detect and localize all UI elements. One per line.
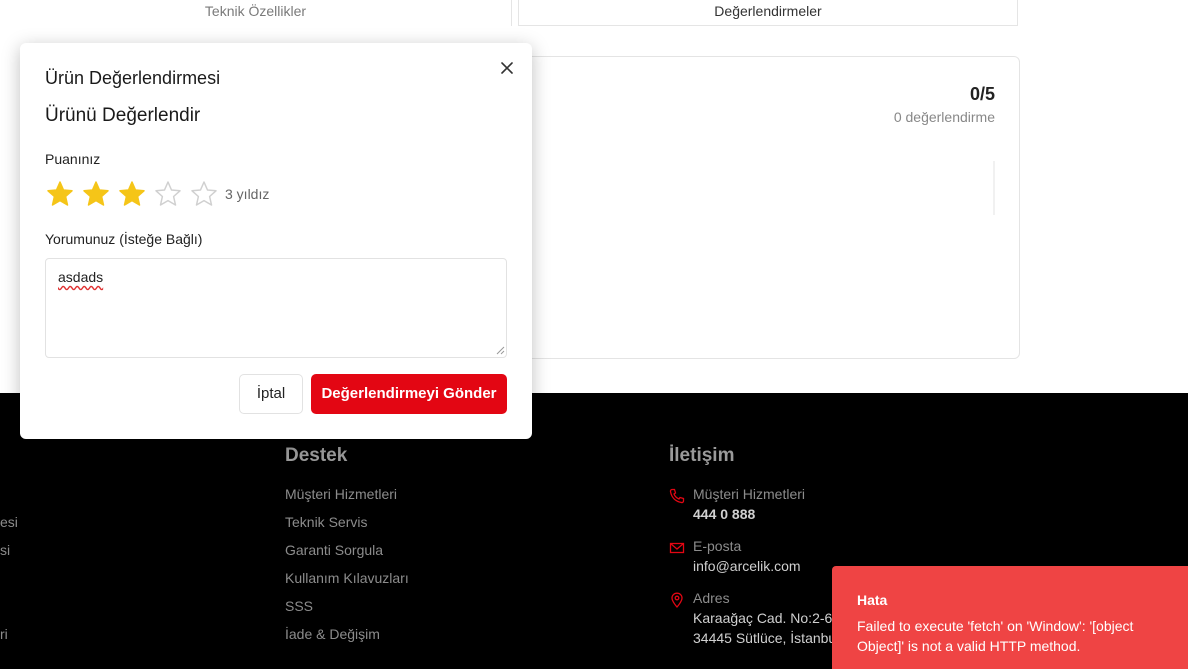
rating-caption: 3 yıldız (225, 186, 270, 202)
toast-message: Failed to execute 'fetch' on 'Window': '… (857, 618, 1134, 654)
cancel-button[interactable]: İptal (239, 374, 303, 414)
star-icon[interactable] (81, 179, 111, 209)
error-toast[interactable]: Hata Failed to execute 'fetch' on 'Windo… (832, 566, 1188, 669)
rating-label: Puanınız (45, 151, 101, 167)
star-icon[interactable] (117, 179, 147, 209)
rate-product-heading: Ürünü Değerlendir (45, 105, 201, 126)
comment-text: asdads (58, 269, 104, 285)
star-icon[interactable] (189, 179, 219, 209)
star-icon[interactable] (153, 179, 183, 209)
star-icon[interactable] (45, 179, 75, 209)
close-icon[interactable] (498, 59, 516, 77)
toast-title: Hata (857, 592, 888, 608)
review-modal: Ürün Değerlendirmesi Ürünü Değerlendir P… (20, 43, 532, 439)
modal-title: Ürün Değerlendirmesi (45, 68, 221, 88)
comment-label: Yorumunuz (İsteğe Bağlı) (45, 231, 203, 247)
comment-textarea[interactable]: asdads (45, 258, 507, 358)
resize-grip-icon[interactable] (495, 345, 505, 355)
submit-review-button[interactable]: Değerlendirmeyi Gönder (311, 374, 507, 414)
